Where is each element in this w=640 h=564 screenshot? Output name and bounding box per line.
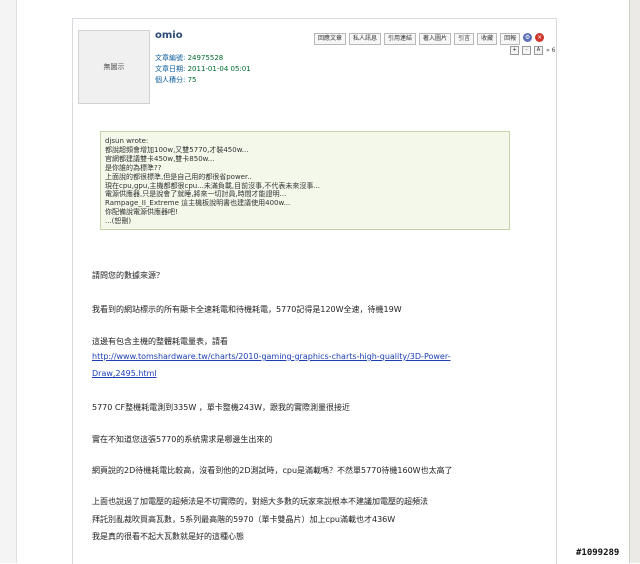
delete-icon[interactable]: ×	[535, 33, 545, 42]
expand-icon[interactable]: +	[510, 46, 519, 55]
collapse-icon[interactable]: -	[522, 46, 531, 55]
body-paragraph: 上面也說過了加電壓的超頻法是不切實際的，對絕大多數的玩家來說根本不建議加電壓的超…	[92, 497, 428, 506]
body-paragraph: 我看到的網站標示的所有顯卡全速耗電和待機耗電，5770記得是120W全速，待機1…	[92, 305, 402, 314]
quote-block: djsun wrote: 都說超頻會增加100w,又雙5770,才裝450w..…	[100, 131, 510, 230]
body-paragraph: 網頁說的2D待機耗電比較高，沒看到他的2D測試時，cpu是滿載嗎？不然單5770…	[92, 466, 453, 475]
quote-button[interactable]: 引言	[454, 33, 475, 45]
avatar-placeholder-text: 無圖示	[103, 63, 125, 71]
quote-link-button[interactable]: 引用連結	[384, 33, 417, 45]
reply-post-button[interactable]: 回應文章	[314, 33, 347, 45]
tomshardware-link[interactable]: http://www.tomshardware.tw/charts/2010-g…	[92, 352, 451, 361]
body-paragraph: 拜託別亂裁吹買高瓦數，5系列最高階的5970（單卡雙晶片）加上cpu滿載也才43…	[92, 515, 396, 524]
insert-image-button[interactable]: 著入圖片	[419, 33, 452, 45]
quote-line: 你配備說電源供應器吧!	[105, 208, 178, 217]
quote-line: 都說超頻會增加100w,又雙5770,才裝450w...	[105, 145, 249, 154]
vertical-scrollbar[interactable]	[629, 0, 640, 563]
report-button[interactable]: 回報	[500, 33, 521, 45]
meta-value: 24975528	[187, 54, 224, 62]
body-paragraph: 5770 CF整機耗電測到335W ，單卡整機243W，跟我的實際測量很接近	[92, 403, 350, 412]
floor-jump-link[interactable]: » 6	[546, 47, 555, 54]
meta-post-id: 文章編號: 24975528	[155, 53, 223, 63]
post-sub-tools: + - A » 6	[510, 46, 555, 55]
body-paragraph: 請問您的數據來源？	[92, 271, 164, 280]
meta-value: 2011-01-04 05:01	[187, 65, 251, 73]
quote-line: 上面說的都很標準,但是自己用的都很省power..	[105, 172, 252, 181]
meta-user-points: 個人積分: 75	[155, 75, 197, 85]
body-paragraph: 實在不知道您這張5770的系統需求是哪邊生出來的	[92, 435, 273, 444]
avatar: 無圖示	[78, 30, 150, 104]
quote-line: ...(恕刪)	[105, 217, 132, 226]
meta-label: 文章日期:	[155, 65, 186, 73]
quote-line: 電源供應器,只是說會了就睡,將來一切討員,時間才能證明...	[105, 190, 287, 199]
quote-author: djsun wrote:	[105, 137, 149, 145]
quote-line: 是你誰的為標準??	[105, 163, 162, 172]
body-paragraph: 這邊有包含主機的整體耗電量表，請看	[92, 337, 228, 346]
favorite-button[interactable]: 收藏	[477, 33, 498, 45]
image-id-watermark: #1099289	[576, 548, 620, 558]
private-message-button[interactable]: 私人訊息	[349, 33, 382, 45]
quote-line: Rampage_II_Extreme 這主機板說明書也建議使用400w...	[105, 199, 291, 208]
meta-post-date: 文章日期: 2011-01-04 05:01	[155, 64, 251, 74]
meta-label: 文章編號:	[155, 54, 186, 62]
quote-line: 官網都建議雙卡450w,雙卡850w...	[105, 154, 215, 163]
left-margin	[0, 0, 17, 563]
meta-value: 75	[187, 76, 197, 84]
settings-icon[interactable]: ⚙	[523, 33, 533, 42]
meta-label: 個人積分:	[155, 76, 186, 84]
post-action-bar: 回應文章 私人訊息 引用連結 著入圖片 引言 收藏 回報 ⚙ ×	[314, 33, 545, 45]
tomshardware-link-cont[interactable]: Draw,2495.html	[92, 369, 157, 378]
font-size-icon[interactable]: A	[534, 46, 543, 55]
username-link[interactable]: omio	[155, 30, 183, 41]
body-paragraph: 我是真的很看不起大瓦數就是好的這種心態	[92, 532, 244, 541]
